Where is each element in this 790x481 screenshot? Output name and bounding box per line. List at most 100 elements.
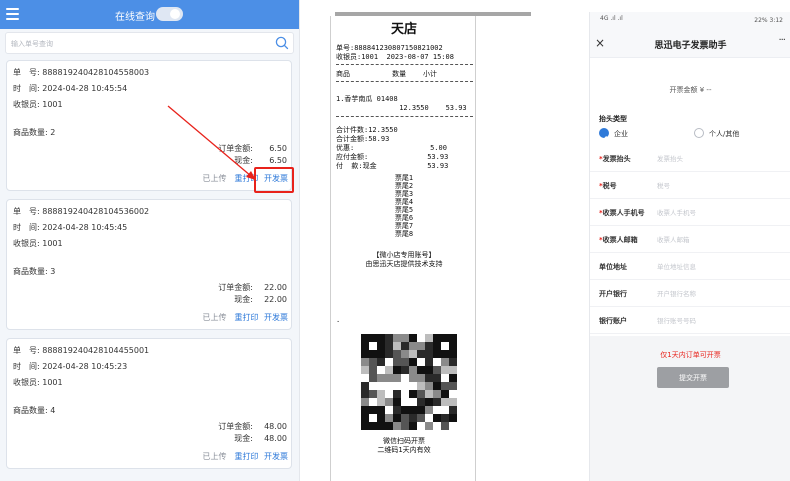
qr-cell: [369, 382, 377, 390]
qr-cell: [425, 334, 433, 342]
cash-label: 现金:: [234, 295, 253, 304]
qr-cell: [385, 422, 393, 430]
qty-label: 商品数量:: [13, 128, 48, 137]
qr-cell: [417, 374, 425, 382]
qr-cell: [385, 350, 393, 358]
invoice-title-input[interactable]: [657, 152, 777, 165]
field-row-invoice-title: *发票抬头: [590, 146, 790, 172]
search-icon[interactable]: [275, 36, 289, 50]
order-card: 单 号: 888819240428104455001 时 间: 2024-04-…: [6, 338, 292, 469]
issue-invoice-link[interactable]: 开发票: [264, 313, 288, 322]
bank-name-input[interactable]: [657, 287, 777, 300]
qty-label: 商品数量:: [13, 267, 48, 276]
uploaded-status: 已上传: [202, 452, 227, 461]
order-no-label: 单 号:: [13, 207, 40, 216]
order-no-value: 888819240428104536002: [42, 207, 150, 216]
qr-cell: [361, 390, 369, 398]
qty-value: 4: [50, 406, 56, 415]
tax-id-input[interactable]: [657, 179, 777, 192]
qr-cell: [409, 366, 417, 374]
receipt-item-values: 12.3550 53.93: [336, 104, 467, 112]
qr-cell: [425, 350, 433, 358]
order-card: 单 号: 888819240428104536002 时 间: 2024-04-…: [6, 199, 292, 330]
radio-company[interactable]: [599, 128, 609, 141]
receipt-discount: 优惠: 5.00: [336, 144, 447, 152]
qr-cell: [369, 406, 377, 414]
time-row: 时 间: 2024-04-28 10:45:23: [13, 361, 127, 372]
qr-cell: [433, 366, 441, 374]
qr-cell: [449, 406, 457, 414]
qr-cell: [449, 350, 457, 358]
recipient-email-input[interactable]: [657, 233, 777, 246]
online-query-toggle[interactable]: [156, 7, 183, 21]
submit-invoice-button[interactable]: 提交开票: [657, 367, 729, 388]
qr-cell: [385, 390, 393, 398]
qr-cell: [361, 374, 369, 382]
qr-cell: [409, 414, 417, 422]
qr-cell: [425, 358, 433, 366]
qr-cell: [377, 374, 385, 382]
receipt-paper: 天店 单号:888841230807150821002 收银员:1001 202…: [330, 16, 476, 481]
qr-cell: [385, 414, 393, 422]
qr-cell: [417, 398, 425, 406]
cashier-label: 收银员:: [13, 378, 40, 387]
cashier-row: 收银员: 1001: [13, 99, 63, 110]
page-title: 思迅电子发票助手: [654, 41, 727, 51]
reprint-link[interactable]: 重打印: [234, 313, 258, 322]
qr-cell: [377, 398, 385, 406]
header-title: 在线查询: [115, 12, 155, 23]
qr-cell: [393, 342, 401, 350]
order-card: 单 号: 888819240428104558003 时 间: 2024-04-…: [6, 60, 292, 191]
field-label-text: 收票人手机号: [602, 209, 645, 217]
radio-personal[interactable]: [694, 128, 704, 138]
cashier-value: 1001: [42, 100, 63, 109]
more-icon[interactable]: ···: [778, 35, 785, 46]
qr-cell: [361, 406, 369, 414]
signal-indicator: 4G .ıl .ıl: [600, 15, 623, 22]
order-no-row: 单 号: 888819240428104536002: [13, 206, 149, 217]
field-label: *发票抬头: [599, 154, 631, 164]
recipient-phone-input[interactable]: [657, 206, 777, 219]
field-label: 开户银行: [599, 289, 627, 299]
issue-invoice-link[interactable]: 开发票: [264, 452, 288, 461]
qr-cell: [433, 406, 441, 414]
qr-cell: [401, 406, 409, 414]
qr-cell: [385, 382, 393, 390]
qr-cell: [361, 342, 369, 350]
order-no-row: 单 号: 888819240428104455001: [13, 345, 149, 356]
qr-cell: [417, 366, 425, 374]
qr-cell: [369, 398, 377, 406]
qr-cell: [401, 382, 409, 390]
qr-cell: [401, 334, 409, 342]
qr-cell: [441, 390, 449, 398]
qr-cell: [449, 382, 457, 390]
qr-cell: [433, 382, 441, 390]
qr-cell: [409, 406, 417, 414]
qr-cell: [433, 342, 441, 350]
receipt-valid-text: 二维码1天内有效: [377, 446, 431, 454]
qr-cell: [425, 366, 433, 374]
menu-icon[interactable]: [6, 8, 19, 20]
qr-cell: [441, 406, 449, 414]
receipt-tech-support: 由思迅天店提供技术支持: [365, 260, 443, 268]
reprint-link[interactable]: 重打印: [234, 452, 258, 461]
toggle-knob: [170, 9, 180, 19]
search-input[interactable]: [11, 37, 266, 50]
field-row-phone: *收票人手机号: [590, 200, 790, 226]
qr-cell: [441, 366, 449, 374]
company-address-input[interactable]: [657, 260, 777, 273]
receipt-store-account: 【微小店专用账号】: [372, 251, 436, 259]
receipt-tail-line: 票尾4: [394, 198, 414, 206]
cashier-row: 收银员: 1001: [13, 238, 63, 249]
top-bar: 在线查询: [0, 0, 299, 29]
qr-cell: [409, 390, 417, 398]
qr-cell: [401, 390, 409, 398]
qr-cell: [433, 422, 441, 430]
one-day-notice: 仅1天内订单可开票: [660, 351, 721, 359]
qr-cell: [425, 406, 433, 414]
qr-cell: [377, 350, 385, 358]
qr-cell: [449, 374, 457, 382]
qty-row: 商品数量: 4: [13, 405, 55, 416]
bank-account-input[interactable]: [657, 314, 777, 327]
qr-cell: [441, 398, 449, 406]
